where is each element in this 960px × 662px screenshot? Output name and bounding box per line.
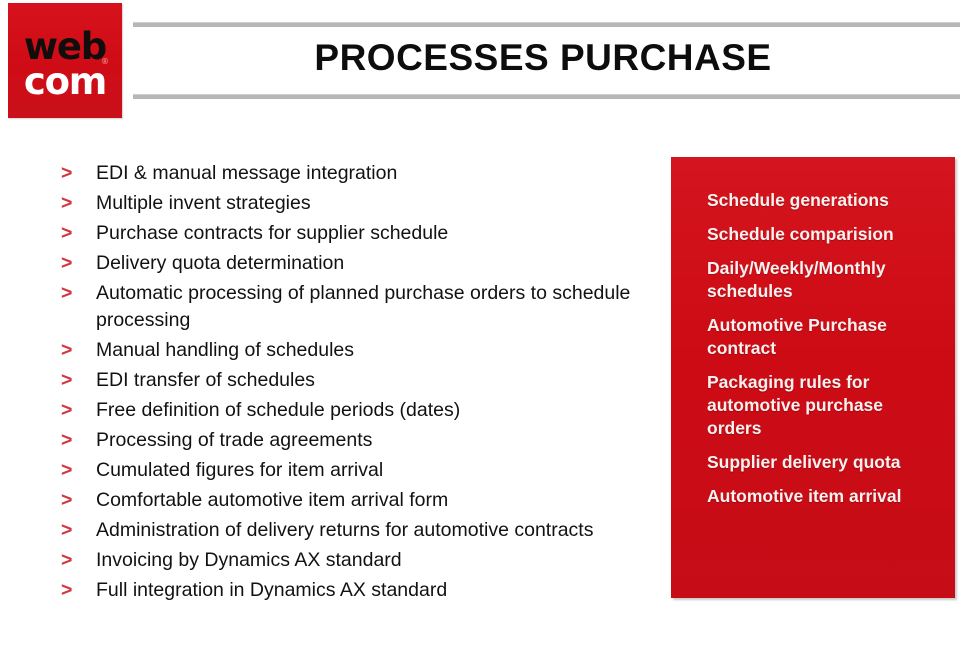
list-item: > Administration of delivery returns for … xyxy=(56,517,656,544)
chevron-right-bullet-icon: > xyxy=(61,282,73,304)
chevron-right-bullet-icon: > xyxy=(61,399,73,421)
list-item-label: Multiple invent strategies xyxy=(96,192,311,214)
list-item: > EDI transfer of schedules xyxy=(56,367,656,394)
webcom-logo: web ® com xyxy=(8,3,122,118)
chevron-right-bullet-icon: > xyxy=(61,549,73,571)
chevron-right-bullet-icon: > xyxy=(61,222,73,244)
list-item: > Multiple invent strategies xyxy=(56,190,656,217)
panel-list-item: Automotive item arrival xyxy=(707,486,902,506)
list-item-label: Manual handling of schedules xyxy=(96,339,355,361)
chevron-right-bullet-icon: > xyxy=(61,459,73,481)
list-item-label: Delivery quota determination xyxy=(96,252,345,274)
chevron-right-bullet-icon: > xyxy=(61,162,73,184)
panel-list-item: Supplier delivery quota xyxy=(707,452,901,472)
panel-list-item: Daily/Weekly/Monthly schedules xyxy=(707,258,886,301)
list-item-label: EDI & manual message integration xyxy=(96,162,398,184)
header-rule-top xyxy=(133,22,960,27)
panel-list-item: Automotive Purchase contract xyxy=(707,315,887,358)
list-item-label: Administration of delivery returns for a… xyxy=(96,519,594,541)
list-item: > Invoicing by Dynamics AX standard xyxy=(56,547,656,574)
list-item-label: EDI transfer of schedules xyxy=(96,369,315,391)
chevron-right-bullet-icon: > xyxy=(61,252,73,274)
list-item: > Cumulated figures for item arrival xyxy=(56,457,656,484)
chevron-right-bullet-icon: > xyxy=(61,369,73,391)
list-item: > Full integration in Dynamics AX standar… xyxy=(56,577,656,604)
header-rule-bottom xyxy=(133,94,960,99)
list-item: > Delivery quota determination xyxy=(56,250,656,277)
panel-list-item: Schedule comparision xyxy=(707,224,894,244)
list-item-label: Cumulated figures for item arrival xyxy=(96,459,384,481)
list-item-label: Full integration in Dynamics AX standard xyxy=(96,579,448,601)
chevron-right-bullet-icon: > xyxy=(61,192,73,214)
chevron-right-bullet-icon: > xyxy=(61,429,73,451)
logo-inner: web ® com xyxy=(8,3,122,118)
list-item: > Automatic processing of planned purchas… xyxy=(56,280,656,334)
list-item-label: Comfortable automotive item arrival form xyxy=(96,489,449,511)
list-item: > Free definition of schedule periods (da… xyxy=(56,397,656,424)
screenshot-highlight-panel: Schedule generations Schedule comparision… xyxy=(671,157,955,598)
list-item: > Processing of trade agreements xyxy=(56,427,656,454)
list-item-label: Invoicing by Dynamics AX standard xyxy=(96,549,402,571)
panel-feature-list: Schedule generations Schedule comparision… xyxy=(707,189,942,519)
chevron-right-bullet-icon: > xyxy=(61,519,73,541)
feature-bullet-list: > EDI & manual message integration > Multip… xyxy=(56,160,656,607)
list-item-label: Free definition of schedule periods (dat… xyxy=(96,399,461,421)
list-item: > Comfortable automotive item arrival for… xyxy=(56,487,656,514)
list-item: > Manual handling of schedules xyxy=(56,337,656,364)
slide-canvas: web ® com PROCESSES PURCHASE > EDI & manu… xyxy=(0,0,960,662)
page-title: PROCESSES PURCHASE xyxy=(314,37,772,78)
logo-text-com: com xyxy=(23,60,108,103)
list-item-label: Processing of trade agreements xyxy=(96,429,373,451)
list-item: > Purchase contracts for supplier schedul… xyxy=(56,220,656,247)
panel-list-item: Schedule generations xyxy=(707,190,889,210)
chevron-right-bullet-icon: > xyxy=(61,339,73,361)
chevron-right-bullet-icon: > xyxy=(61,489,73,511)
list-item: > EDI & manual message integration xyxy=(56,160,656,187)
chevron-right-bullet-icon: > xyxy=(61,579,73,601)
panel-list-item: Packaging rules for automotive purchase … xyxy=(707,372,884,438)
list-item-label: Automatic processing of planned purchase… xyxy=(96,282,631,331)
list-item-label: Purchase contracts for supplier schedule xyxy=(96,222,449,244)
slide-header: web ® com PROCESSES PURCHASE xyxy=(0,0,960,130)
